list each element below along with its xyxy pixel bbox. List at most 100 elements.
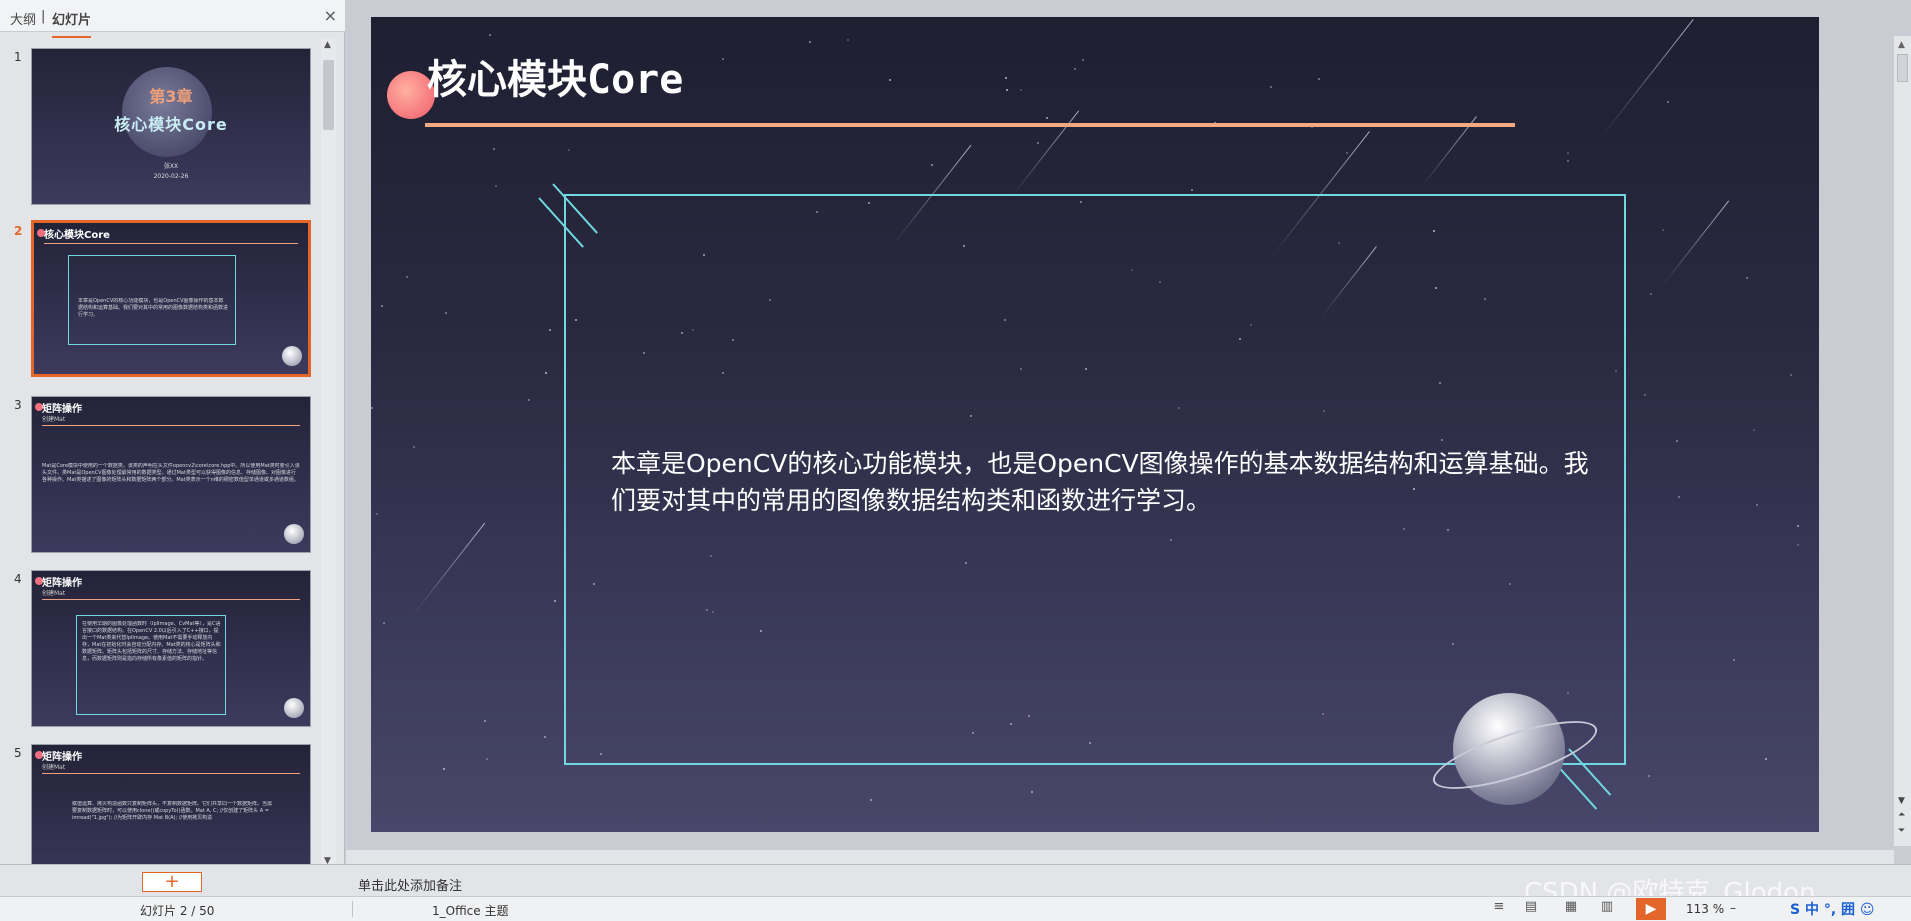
star bbox=[544, 372, 547, 375]
tab-slides[interactable]: 幻灯片 bbox=[52, 9, 92, 38]
star bbox=[1345, 151, 1348, 154]
presentation-app: 大纲 | 幻灯片 × 1 第3章 核心模块Core 张XX 2020-02-26… bbox=[0, 0, 1911, 921]
star bbox=[1650, 292, 1653, 295]
star bbox=[528, 399, 531, 402]
star bbox=[1790, 373, 1793, 376]
theme-name: 1_Office 主题 bbox=[432, 904, 509, 918]
star bbox=[1190, 189, 1193, 192]
slide-thumbnail-4[interactable]: 矩阵操作 创建Mat 在使用早期的图像处理函数时（IplImage、CvMat等… bbox=[31, 570, 311, 727]
star bbox=[1733, 659, 1736, 662]
star bbox=[1006, 88, 1009, 91]
slides-panel: 大纲 | 幻灯片 × 1 第3章 核心模块Core 张XX 2020-02-26… bbox=[0, 0, 345, 870]
star bbox=[484, 720, 487, 723]
star bbox=[931, 164, 934, 167]
thumb-subtitle: 创建Mat bbox=[42, 590, 66, 597]
star bbox=[1752, 428, 1755, 431]
planet-icon bbox=[284, 698, 304, 718]
slide-thumbnail-1[interactable]: 第3章 核心模块Core 张XX 2020-02-26 bbox=[31, 48, 311, 205]
star bbox=[1796, 525, 1799, 528]
star bbox=[485, 757, 488, 760]
ime-toolbar[interactable]: S 中 °, 囲 ☺ bbox=[1790, 899, 1875, 919]
slide-number: 1 bbox=[14, 50, 22, 64]
reading-view-icon[interactable]: ▥ bbox=[1596, 899, 1618, 917]
slide-thumbnails: 1 第3章 核心模块Core 张XX 2020-02-26 2 核心模块Core bbox=[0, 38, 320, 868]
star bbox=[721, 57, 724, 60]
star bbox=[888, 78, 891, 81]
star bbox=[1566, 151, 1569, 154]
slide-thumbnail-3[interactable]: 矩阵操作 创建Mat Mat是Core模块中使用的一个数据类。该类的声明在头文件… bbox=[31, 396, 311, 553]
star bbox=[1765, 758, 1768, 761]
slide-thumbnail-5[interactable]: 矩阵操作 创建Mat 赋值运算、拷贝构造函数只复制矩阵头，不复制数据矩阵。它们共… bbox=[31, 744, 311, 868]
thumb-body: 在使用早期的图像处理函数时（IplImage、CvMat等），是C语言接口的数据… bbox=[82, 621, 221, 662]
slide-sorter-icon[interactable]: ▦ bbox=[1560, 899, 1582, 917]
horizontal-scrollbar[interactable] bbox=[346, 850, 1894, 864]
thumb-date: 2020-02-26 bbox=[153, 173, 189, 180]
close-icon[interactable]: × bbox=[324, 6, 337, 25]
star bbox=[1644, 393, 1647, 396]
star bbox=[405, 275, 408, 278]
thumb-title: 核心模块Core bbox=[44, 230, 110, 241]
star bbox=[808, 40, 811, 43]
scroll-up-icon[interactable]: ▲ bbox=[324, 40, 331, 50]
slide-thumbnail-2[interactable]: 核心模块Core 本章是OpenCV的核心功能模块，也是OpenCV图像操作的基… bbox=[31, 220, 311, 377]
title-line bbox=[42, 773, 300, 774]
meteor bbox=[1600, 18, 1694, 138]
slide-body-text[interactable]: 本章是OpenCV的核心功能模块，也是OpenCV图像操作的基本数据结构和运算基… bbox=[611, 445, 1611, 519]
star bbox=[1046, 117, 1049, 120]
star bbox=[1037, 142, 1040, 145]
scrollbar-thumb[interactable] bbox=[1897, 54, 1908, 82]
star bbox=[1004, 77, 1007, 80]
slideshow-play-button[interactable]: ▶ bbox=[1636, 898, 1666, 920]
notes-placeholder[interactable]: 单击此处添加备注 bbox=[358, 875, 462, 894]
normal-view-icon[interactable]: ▤ bbox=[1520, 899, 1542, 917]
thumb-author: 张XX bbox=[163, 163, 179, 170]
planet-icon bbox=[282, 346, 302, 366]
star bbox=[1031, 790, 1034, 793]
panel-tabs: 大纲 | 幻灯片 × bbox=[0, 0, 345, 38]
slide-title[interactable]: 核心模块Core bbox=[427, 47, 683, 105]
star bbox=[371, 406, 374, 409]
star bbox=[1755, 504, 1758, 507]
star bbox=[1648, 775, 1651, 778]
star bbox=[1661, 228, 1664, 231]
star bbox=[1074, 68, 1077, 71]
zoom-level[interactable]: 113 % bbox=[1686, 902, 1724, 916]
thumbnail-scrollbar[interactable]: ▲ ▼ bbox=[321, 38, 336, 868]
scroll-up-icon[interactable]: ▲ bbox=[1898, 40, 1905, 50]
meteor bbox=[410, 522, 486, 618]
prev-slide-icon[interactable]: ⏶ bbox=[1898, 810, 1905, 820]
star bbox=[1317, 78, 1320, 81]
slide-canvas[interactable]: 核心模块Core 本章是OpenCV的核心功能模块，也是OpenCV图像操作的基… bbox=[371, 17, 1819, 832]
thumbnail-row: 1 第3章 核心模块Core 张XX 2020-02-26 bbox=[0, 38, 320, 205]
scroll-down-icon[interactable]: ▼ bbox=[1898, 796, 1905, 806]
thumb-body: 赋值运算、拷贝构造函数只复制矩阵头，不复制数据矩阵。它们共享同一个数据矩阵。当需… bbox=[72, 801, 272, 821]
notes-toggle-icon[interactable]: ≡ bbox=[1488, 899, 1510, 917]
slide-number: 2 bbox=[14, 224, 23, 238]
title-line bbox=[44, 243, 298, 244]
thumb-body: Mat是Core模块中使用的一个数据类。该类的声明在头文件opencv2\cor… bbox=[42, 463, 300, 483]
zoom-out-button[interactable]: – bbox=[1730, 901, 1736, 915]
star bbox=[493, 147, 496, 150]
thumb-title: 矩阵操作 bbox=[42, 752, 82, 763]
star bbox=[1082, 58, 1085, 61]
thumb-title: 矩阵操作 bbox=[42, 404, 82, 415]
slide-scrollbar[interactable]: ▲ ▼ ⏶ ⏷ bbox=[1894, 36, 1911, 846]
next-slide-icon[interactable]: ⏷ bbox=[1898, 826, 1905, 836]
slide-editor: 核心模块Core 本章是OpenCV的核心功能模块，也是OpenCV图像操作的基… bbox=[346, 0, 1911, 870]
star bbox=[412, 446, 415, 449]
thumbnail-row: 2 核心模块Core 本章是OpenCV的核心功能模块，也是OpenCV图像操作… bbox=[0, 212, 320, 377]
meteor bbox=[1420, 116, 1477, 188]
star bbox=[567, 148, 570, 151]
add-slide-button[interactable]: + bbox=[142, 872, 202, 892]
star bbox=[443, 768, 446, 771]
thumb-title: 核心模块Core bbox=[114, 115, 228, 134]
title-line bbox=[42, 599, 300, 600]
star bbox=[847, 39, 850, 41]
star bbox=[549, 329, 552, 332]
star bbox=[1269, 86, 1272, 89]
tab-outline[interactable]: 大纲 bbox=[10, 9, 36, 28]
tab-separator: | bbox=[41, 9, 46, 24]
star bbox=[1797, 544, 1800, 547]
thumbnail-row: 3 矩阵操作 创建Mat Mat是Core模块中使用的一个数据类。该类的声明在头… bbox=[0, 386, 320, 553]
scrollbar-thumb[interactable] bbox=[323, 60, 334, 130]
